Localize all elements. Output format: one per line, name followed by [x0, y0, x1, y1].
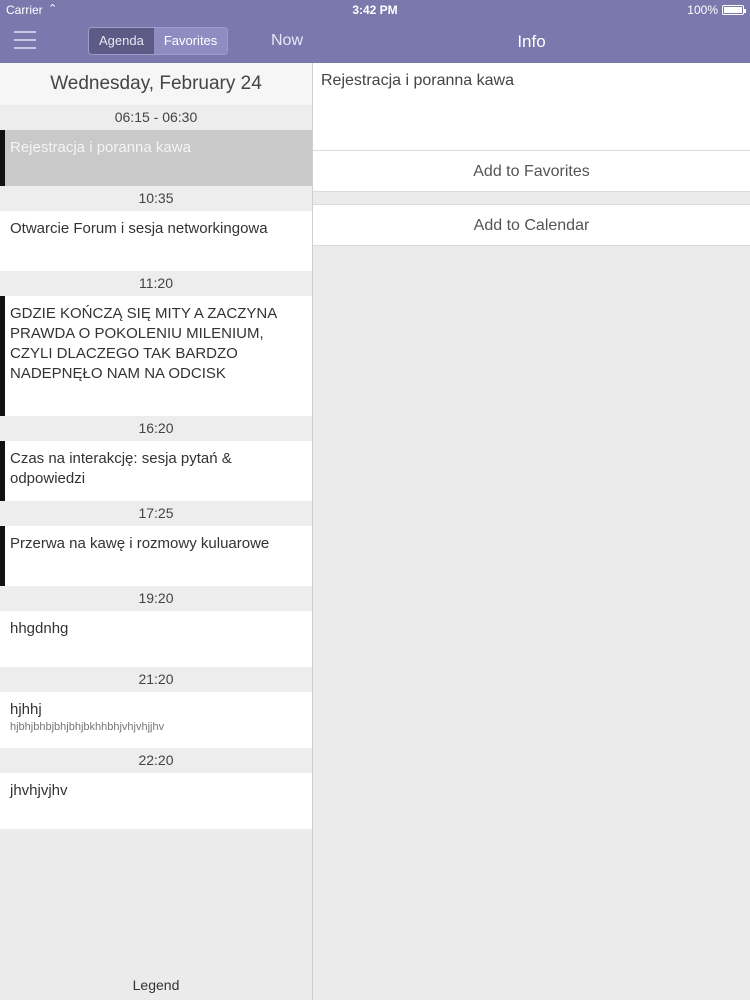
agenda-list: Wednesday, February 24 06:15 - 06:30 Rej…: [0, 63, 312, 1000]
info-title: Info: [517, 32, 546, 51]
battery-indicator: 100%: [687, 3, 746, 17]
agenda-item-title: hhgdnhg: [10, 620, 69, 637]
agenda-item-title: Rejestracja i poranna kawa: [10, 139, 191, 156]
legend-button[interactable]: Legend: [0, 977, 312, 993]
agenda-item-subtitle: hjbhjbhbjbhjbhjbkhhbhjvhjvhjjhv: [10, 721, 165, 733]
add-to-favorites-button[interactable]: Add to Favorites: [313, 150, 750, 192]
agenda-item-title: hjhhj: [10, 701, 42, 718]
battery-icon: [722, 5, 746, 15]
agenda-item-title: Czas na interakcję: sesja pytań & odpowi…: [10, 450, 232, 487]
agenda-favorites-segmented-control: Agenda Favorites: [88, 27, 229, 55]
selected-session-title: Rejestracja i poranna kawa: [313, 63, 750, 150]
time-header: 17:25: [0, 501, 312, 526]
agenda-item-title: GDZIE KOŃCZĄ SIĘ MITY A ZACZYNA PRAWDA O…: [10, 305, 277, 382]
agenda-item[interactable]: jhvhjvjhv: [0, 773, 312, 829]
segment-agenda[interactable]: Agenda: [89, 28, 154, 54]
agenda-item-title: jhvhjvjhv: [10, 782, 68, 799]
navigation-bar: Carrier ⌃ 3:42 PM 100% Agenda Favorites …: [0, 0, 750, 63]
agenda-item[interactable]: Czas na interakcję: sesja pytań & odpowi…: [0, 441, 312, 501]
add-to-calendar-button[interactable]: Add to Calendar: [313, 204, 750, 246]
agenda-item[interactable]: GDZIE KOŃCZĄ SIĘ MITY A ZACZYNA PRAWDA O…: [0, 296, 312, 416]
hamburger-menu-icon[interactable]: [14, 31, 36, 49]
time-header: 21:20: [0, 667, 312, 692]
agenda-item[interactable]: Przerwa na kawę i rozmowy kuluarowe: [0, 526, 312, 586]
agenda-item-title: Przerwa na kawę i rozmowy kuluarowe: [10, 535, 270, 552]
time-header: 16:20: [0, 416, 312, 441]
segment-favorites[interactable]: Favorites: [153, 28, 228, 54]
battery-percent: 100%: [687, 3, 718, 17]
agenda-item-selected[interactable]: Rejestracja i poranna kawa: [0, 130, 312, 186]
agenda-item-title: Otwarcie Forum i sesja networkingowa: [10, 220, 268, 237]
time-header: 06:15 - 06:30: [0, 105, 312, 130]
now-button[interactable]: Now: [271, 32, 303, 50]
agenda-item[interactable]: hhgdnhg: [0, 611, 312, 667]
time-header: 19:20: [0, 586, 312, 611]
time-header: 22:20: [0, 748, 312, 773]
agenda-item[interactable]: Otwarcie Forum i sesja networkingowa: [0, 211, 312, 271]
status-time: 3:42 PM: [352, 3, 398, 17]
info-pane: Rejestracja i poranna kawa Add to Favori…: [313, 63, 750, 1000]
time-header: 11:20: [0, 271, 312, 296]
agenda-item[interactable]: hjhhj hjbhjbhbjbhjbhjbkhhbhjvhjvhjjhv: [0, 692, 312, 748]
time-header: 10:35: [0, 186, 312, 211]
status-bar: Carrier ⌃ 3:42 PM 100%: [0, 0, 750, 22]
day-header: Wednesday, February 24: [0, 63, 312, 105]
